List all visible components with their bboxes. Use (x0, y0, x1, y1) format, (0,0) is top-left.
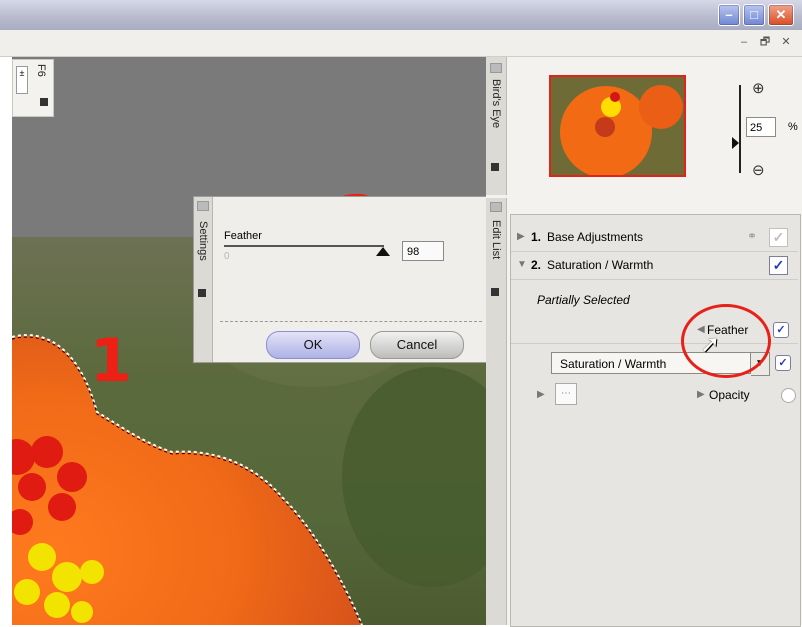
settings-tab-label: Settings (197, 221, 209, 261)
tab-grip-icon (490, 63, 502, 73)
birds-eye-tab[interactable]: Bird's Eye (486, 57, 507, 195)
mdi-close-button[interactable]: ✕ (779, 35, 793, 49)
edit-list-tab-label: Edit List (490, 220, 502, 260)
opacity-label: Opacity (709, 388, 750, 402)
expand-caret-icon[interactable]: ▶ (517, 231, 525, 242)
feather-checkbox[interactable]: ✓ (773, 322, 789, 338)
settings-tab[interactable]: Settings (194, 197, 213, 362)
window-titlebar: – □ ✕ (0, 0, 802, 30)
mdi-restore-button[interactable]: 🗗 (758, 35, 772, 49)
feather-slider-thumb[interactable] (376, 247, 390, 256)
mouse-cursor-icon: ➚ (700, 331, 721, 358)
menubar: – 🗗 ✕ (0, 30, 802, 57)
step-checkbox[interactable]: ✓ (769, 256, 788, 275)
brush-icon[interactable]: ⋯ (555, 383, 577, 405)
cancel-button[interactable]: Cancel (370, 331, 464, 359)
expand-caret-icon[interactable]: ▶ (537, 389, 545, 400)
close-button[interactable]: ✕ (768, 4, 794, 26)
minimize-button[interactable]: – (718, 4, 740, 26)
tab-grip-icon (490, 202, 502, 212)
opacity-caret-icon[interactable]: ▶ (697, 389, 705, 400)
annotation-1: 1 (90, 326, 132, 396)
palette-f6-label: F6 (35, 64, 47, 77)
zoom-unit-label: % (788, 121, 798, 133)
thumbnail-image (551, 77, 684, 175)
tab-arrow-icon (198, 289, 206, 297)
edit-list-panel: ▶ 1. Base Adjustments ⚭ ✓ ▼ 2. Saturatio… (510, 214, 801, 627)
birds-eye-tab-label: Bird's Eye (490, 79, 502, 129)
feather-min-label: 0 (224, 251, 230, 262)
highlight-circle (681, 304, 771, 378)
palette-arrow-icon[interactable] (40, 98, 48, 106)
mdi-minimize-button[interactable]: – (737, 35, 751, 49)
feather-value-input[interactable]: 98 (402, 241, 444, 261)
step-checkbox[interactable]: ✓ (769, 228, 788, 247)
edit-step-saturation-warmth[interactable]: ▼ 2. Saturation / Warmth ✓ (511, 253, 798, 280)
collapse-caret-icon[interactable]: ▼ (517, 259, 527, 270)
step-label: Base Adjustments (547, 230, 644, 244)
zoom-in-icon[interactable]: ⊕ (752, 79, 765, 97)
zoom-input[interactable]: 25 (746, 117, 776, 137)
mini-palette: ± F6 (12, 59, 54, 117)
step-label: Saturation / Warmth (547, 258, 654, 272)
link-icon: ⚭ (747, 229, 758, 243)
zoom-slider-thumb[interactable] (732, 137, 739, 149)
edit-list-tab[interactable]: Edit List (486, 198, 507, 625)
birds-eye-thumbnail[interactable] (549, 75, 686, 177)
selection-status: Partially Selected (537, 293, 630, 307)
maximize-button[interactable]: □ (743, 4, 765, 26)
zoom-slider[interactable] (739, 85, 741, 173)
settings-dialog: Settings Feather 0 98 OK Cancel (193, 196, 487, 363)
dialog-divider (220, 321, 482, 322)
feather-slider[interactable] (224, 245, 384, 247)
step-number: 1. (531, 230, 542, 244)
tab-arrow-icon (491, 163, 499, 171)
step-number: 2. (531, 258, 542, 272)
tab-arrow-icon (491, 288, 499, 296)
plus-minus-icon[interactable]: ± (16, 66, 28, 94)
tab-grip-icon (197, 201, 209, 211)
zoom-out-icon[interactable]: ⊖ (752, 161, 765, 179)
select-checkbox[interactable]: ✓ (775, 355, 791, 371)
ok-button[interactable]: OK (266, 331, 360, 359)
feather-label: Feather (224, 230, 262, 242)
edit-step-base-adjustments[interactable]: ▶ 1. Base Adjustments ⚭ ✓ (511, 225, 798, 252)
opacity-radio[interactable] (781, 388, 796, 403)
